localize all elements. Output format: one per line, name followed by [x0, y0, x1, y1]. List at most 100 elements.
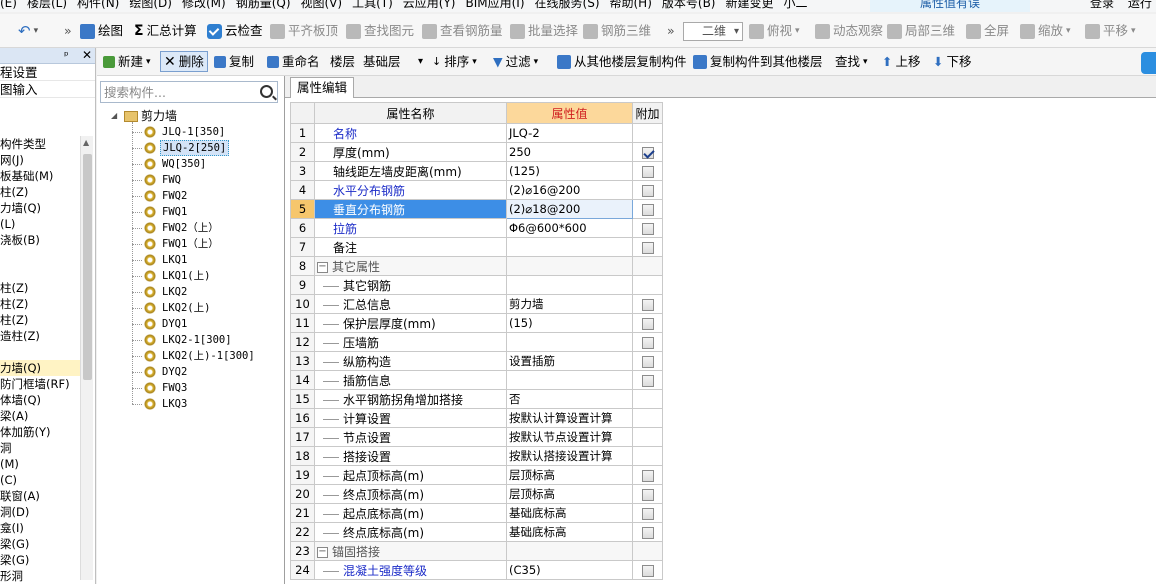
attach-checkbox[interactable]: [641, 241, 654, 254]
property-value[interactable]: [506, 275, 633, 295]
find-button[interactable]: 查找 ▾: [835, 53, 868, 71]
component-type-item[interactable]: (L): [0, 216, 80, 232]
component-type-item[interactable]: 防门框墙(RF): [0, 376, 80, 392]
property-value[interactable]: 基础底标高: [506, 522, 633, 542]
sort-button[interactable]: ↓ 排序 ▾: [432, 53, 477, 71]
property-value[interactable]: 否: [506, 389, 633, 409]
view-rebar-button[interactable]: 查看钢筋量: [422, 22, 503, 40]
tab-property-edit[interactable]: 属性编辑: [290, 77, 355, 98]
tree-item[interactable]: LKQ1(上): [132, 268, 212, 284]
property-row[interactable]: 21 起点底标高(m) 基础底标高: [290, 503, 663, 523]
property-value[interactable]: 设置插筋: [506, 351, 633, 371]
component-type-item[interactable]: 柱(Z): [0, 184, 80, 200]
attach-checkbox[interactable]: [641, 488, 654, 501]
move-up-button[interactable]: ⬆ 上移: [882, 53, 921, 71]
component-type-item[interactable]: 洞: [0, 440, 80, 456]
menu-item[interactable]: 版本号(B): [662, 0, 716, 9]
property-value[interactable]: [506, 541, 633, 561]
property-value[interactable]: Φ6@600*600: [506, 218, 633, 238]
property-row[interactable]: 7 备注: [290, 237, 663, 257]
menu-item[interactable]: 修改(M): [182, 0, 226, 9]
dynamic-view-button[interactable]: 动态观察: [815, 22, 883, 40]
pan-button[interactable]: 平移 ▾: [1085, 22, 1136, 40]
tree-item[interactable]: WQ[350]: [132, 156, 208, 172]
rebar-3d-button[interactable]: 钢筋三维: [583, 22, 651, 40]
menu-run[interactable]: 运行: [1128, 0, 1152, 9]
tree-item[interactable]: LKQ2(上)-1[300]: [132, 348, 257, 364]
attach-checkbox[interactable]: [641, 336, 654, 349]
copy-button[interactable]: 复制: [214, 53, 254, 71]
attach-checkbox[interactable]: [641, 203, 654, 216]
property-value[interactable]: (2)⌀16@200: [506, 180, 633, 200]
tree-item[interactable]: DYQ1: [132, 316, 189, 332]
property-row[interactable]: 14 插筋信息: [290, 370, 663, 390]
tree-item[interactable]: FWQ3: [132, 380, 189, 396]
close-icon[interactable]: ✕: [82, 48, 92, 62]
menu-item[interactable]: 云应用(Y): [403, 0, 456, 9]
scroll-up-icon[interactable]: ▲: [83, 138, 89, 147]
property-value[interactable]: 基础底标高: [506, 503, 633, 523]
component-type-item[interactable]: 网(J): [0, 152, 80, 168]
tree-item[interactable]: FWQ2: [132, 188, 189, 204]
property-row[interactable]: 8− 其它属性: [290, 256, 663, 276]
attach-checkbox[interactable]: [641, 469, 654, 482]
property-row[interactable]: 3 轴线距左墙皮距离(mm) (125): [290, 161, 663, 181]
property-value[interactable]: 层顶标高: [506, 484, 633, 504]
property-value[interactable]: 按默认计算设置计算: [506, 408, 633, 428]
property-row[interactable]: 20 终点顶标高(m) 层顶标高: [290, 484, 663, 504]
component-type-item[interactable]: (M): [0, 456, 80, 472]
property-row[interactable]: 19 起点顶标高(m) 层顶标高: [290, 465, 663, 485]
tree-item[interactable]: JLQ-1[350]: [132, 124, 227, 140]
attach-checkbox[interactable]: [641, 222, 654, 235]
attach-checkbox[interactable]: [641, 507, 654, 520]
property-value[interactable]: (125): [506, 161, 633, 181]
property-row[interactable]: 9 其它钢筋: [290, 275, 663, 295]
property-value[interactable]: 按默认节点设置计算: [506, 427, 633, 447]
property-value[interactable]: [506, 256, 633, 276]
attach-checkbox[interactable]: [641, 165, 654, 178]
menu-item[interactable]: (E): [0, 0, 17, 9]
property-value[interactable]: (2)⌀18@200: [506, 199, 633, 219]
copy-to-floor-button[interactable]: 复制构件到其他楼层: [693, 53, 823, 71]
property-row[interactable]: 5 垂直分布钢筋 (2)⌀18@200: [290, 199, 663, 219]
property-value[interactable]: JLQ-2: [506, 123, 633, 143]
pin-icon[interactable]: ᵖ: [64, 49, 69, 62]
property-row[interactable]: 23− 锚固搭接: [290, 541, 663, 561]
property-row[interactable]: 6 拉筋 Φ6@600*600: [290, 218, 663, 238]
undo-button[interactable]: ↶ ▾: [18, 22, 38, 40]
rename-button[interactable]: 重命名: [267, 53, 320, 71]
new-button[interactable]: 新建 ▾: [103, 53, 151, 71]
tree-item[interactable]: FWQ1（上）: [132, 236, 221, 252]
component-type-item[interactable]: 体墙(Q): [0, 392, 80, 408]
nav-drawing-input[interactable]: 图输入: [0, 81, 95, 98]
view-mode-select[interactable]: 二维: [683, 22, 743, 41]
component-type-item[interactable]: 联窗(A): [0, 488, 80, 504]
menu-item[interactable]: 视图(V): [301, 0, 343, 9]
tree-item[interactable]: FWQ1: [132, 204, 189, 220]
local-3d-button[interactable]: 局部三维: [887, 22, 955, 40]
flush-slab-button[interactable]: 平齐板顶: [270, 22, 338, 40]
scroll-thumb[interactable]: [83, 154, 92, 380]
property-value[interactable]: 层顶标高: [506, 465, 633, 485]
property-row[interactable]: 13 纵筋构造 设置插筋: [290, 351, 663, 371]
property-value[interactable]: [506, 370, 633, 390]
menu-item[interactable]: 绘图(D): [129, 0, 172, 9]
component-type-item[interactable]: 洞(D): [0, 504, 80, 520]
property-row[interactable]: 16 计算设置 按默认计算设置计算: [290, 408, 663, 428]
zoom-button[interactable]: 缩放 ▾: [1020, 22, 1071, 40]
property-value[interactable]: 按默认搭接设置计算: [506, 446, 633, 466]
collapse-minus-icon[interactable]: −: [317, 546, 328, 558]
component-type-item[interactable]: 体加筋(Y): [0, 424, 80, 440]
top-view-button[interactable]: 俯视 ▾: [749, 22, 800, 40]
property-value[interactable]: (15): [506, 313, 633, 333]
property-value[interactable]: 剪力墙: [506, 294, 633, 314]
property-row[interactable]: 12 压墙筋: [290, 332, 663, 352]
collapse-minus-icon[interactable]: −: [317, 261, 328, 273]
menu-item[interactable]: 楼层(L): [27, 0, 67, 9]
component-type-item[interactable]: [0, 248, 80, 264]
menu-item[interactable]: 小二: [784, 0, 808, 9]
menu-login[interactable]: 登录: [1090, 0, 1114, 9]
copy-from-floor-button[interactable]: 从其他楼层复制构件: [557, 53, 687, 71]
tab-property-error[interactable]: 属性值有误: [870, 0, 1030, 12]
property-row[interactable]: 4 水平分布钢筋 (2)⌀16@200: [290, 180, 663, 200]
